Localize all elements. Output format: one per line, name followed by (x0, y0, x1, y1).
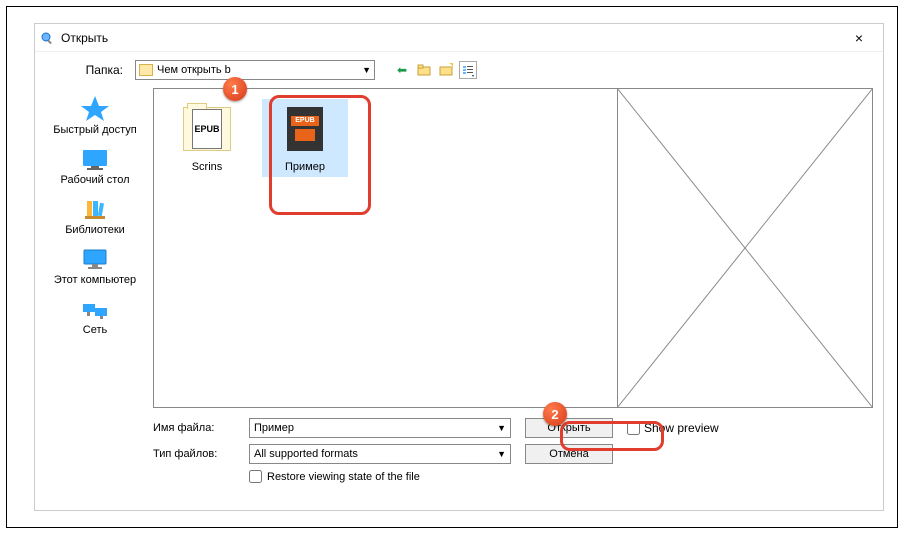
place-label: Сеть (83, 324, 107, 336)
computer-icon (79, 248, 111, 272)
chevron-down-icon: ▼ (497, 423, 506, 433)
svg-text:✦: ✦ (448, 63, 453, 71)
open-button[interactable]: Открыть (525, 418, 613, 438)
nav-up-button[interactable] (415, 61, 433, 79)
place-label: Быстрый доступ (53, 124, 137, 136)
main-area: Быстрый доступ Рабочий стол Библиотеки Э… (35, 88, 883, 408)
close-button[interactable]: × (839, 30, 879, 46)
open-file-dialog: Открыть × Папка: Чем открыть b ▼ ⬅ ✦ (34, 23, 884, 511)
nav-back-button[interactable]: ⬅ (393, 61, 411, 79)
restore-state-label: Restore viewing state of the file (267, 471, 420, 483)
filetype-dropdown[interactable]: All supported formats ▼ (249, 444, 511, 464)
titlebar: Открыть × (35, 24, 883, 52)
places-bar: Быстрый доступ Рабочий стол Библиотеки Э… (45, 88, 145, 408)
place-label: Рабочий стол (60, 174, 129, 186)
filename-input[interactable]: Пример ▼ (249, 418, 511, 438)
folder-label: Папка: (45, 63, 129, 77)
nav-newfolder-button[interactable]: ✦ (437, 61, 455, 79)
place-computer[interactable]: Этот компьютер (50, 248, 140, 286)
nav-buttons: ⬅ ✦ (393, 61, 477, 79)
nav-view-button[interactable] (459, 61, 477, 79)
filename-label: Имя файла: (153, 422, 249, 434)
no-preview-icon (618, 89, 872, 407)
desktop-icon (79, 148, 111, 172)
chevron-down-icon: ▼ (497, 449, 506, 459)
file-item-epub[interactable]: EPUB Пример (262, 99, 348, 177)
app-icon (39, 30, 55, 46)
file-label: Scrins (192, 161, 223, 173)
star-icon (79, 94, 111, 122)
folder-icon (139, 64, 153, 76)
folder-icon: EPUB (181, 103, 233, 155)
place-label: Библиотеки (65, 224, 125, 236)
network-icon (79, 298, 111, 322)
place-label: Этот компьютер (54, 274, 136, 286)
show-preview-checkbox[interactable]: Show preview (627, 421, 719, 435)
outer-frame: Открыть × Папка: Чем открыть b ▼ ⬅ ✦ (6, 6, 898, 528)
preview-pane (617, 88, 873, 408)
place-libraries[interactable]: Библиотеки (50, 198, 140, 236)
filetype-label: Тип файлов: (153, 448, 249, 460)
window-title: Открыть (61, 31, 839, 45)
show-preview-check[interactable] (627, 422, 640, 435)
show-preview-label: Show preview (644, 421, 719, 435)
file-item-folder[interactable]: EPUB Scrins (164, 99, 250, 177)
file-label: Пример (285, 161, 325, 173)
place-quick-access[interactable]: Быстрый доступ (50, 94, 140, 136)
place-desktop[interactable]: Рабочий стол (50, 148, 140, 186)
file-list[interactable]: EPUB Scrins EPUB Пример (153, 88, 617, 408)
place-network[interactable]: Сеть (50, 298, 140, 336)
folder-dropdown[interactable]: Чем открыть b ▼ (135, 60, 375, 80)
cancel-button[interactable]: Отмена (525, 444, 613, 464)
folder-toolbar: Папка: Чем открыть b ▼ ⬅ ✦ (35, 52, 883, 88)
chevron-down-icon: ▼ (362, 65, 371, 75)
restore-state-checkbox[interactable] (249, 470, 262, 483)
libraries-icon (79, 198, 111, 222)
folder-value: Чем открыть b (157, 64, 358, 76)
epub-icon: EPUB (279, 103, 331, 155)
bottom-form: Имя файла: Пример ▼ Открыть Show preview… (35, 408, 883, 483)
